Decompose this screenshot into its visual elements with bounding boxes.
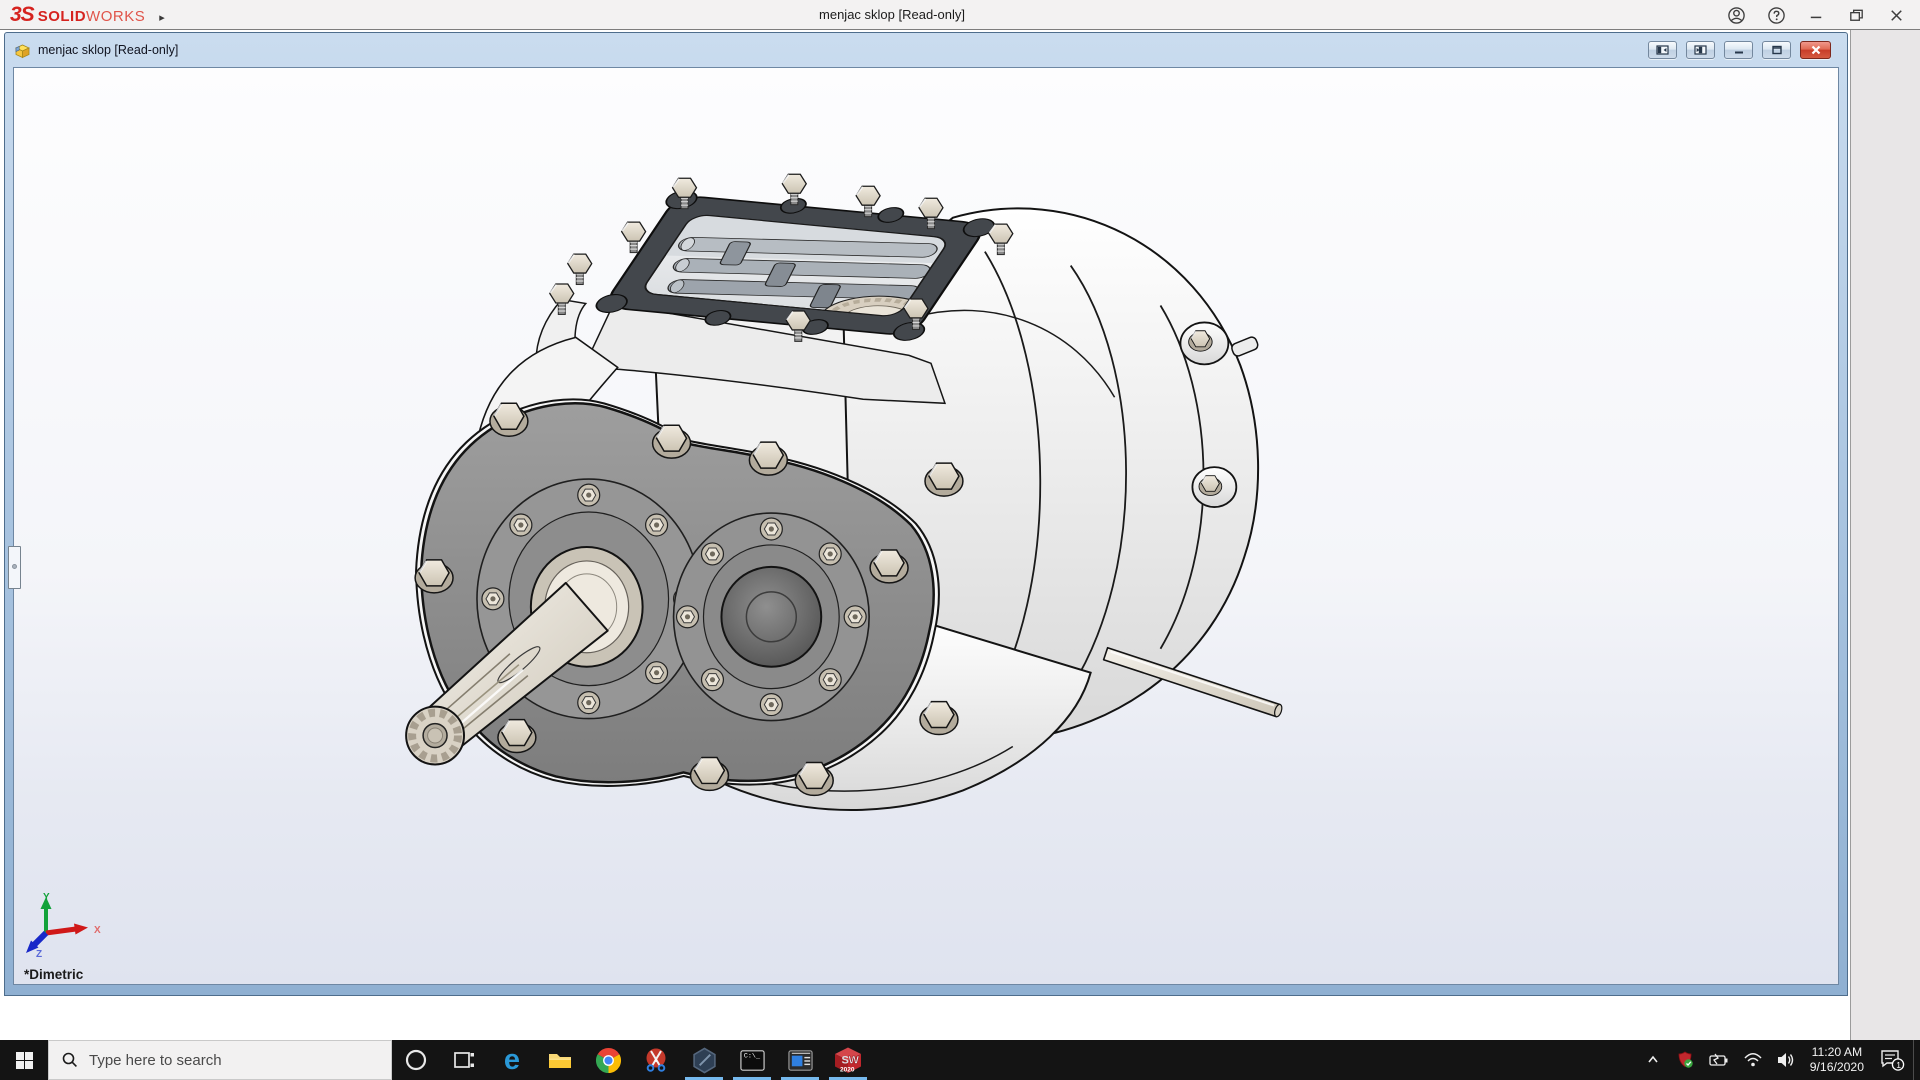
- taskbar-spacer: [872, 1040, 1645, 1080]
- system-tray: 11:20 AM 9/16/2020 1: [1645, 1040, 1913, 1080]
- command-prompt-icon: C:\_: [739, 1049, 765, 1071]
- account-icon[interactable]: [1727, 6, 1746, 25]
- model-3d-gearbox[interactable]: [14, 68, 1838, 984]
- brand-works: WORKS: [86, 7, 146, 25]
- solidworks-2020-icon: S W 2020: [835, 1047, 861, 1074]
- search-placeholder: Type here to search: [89, 1051, 222, 1069]
- assembly-document-icon: [15, 44, 30, 58]
- snipping-tool-icon: [646, 1048, 666, 1072]
- windows-logo-icon: [15, 1051, 33, 1069]
- chrome-icon: [595, 1047, 621, 1073]
- doc-close-button[interactable]: [1800, 41, 1831, 59]
- task-view-button[interactable]: [440, 1040, 488, 1080]
- solidworks-status-icon[interactable]: [1676, 1051, 1694, 1069]
- pane-left-button[interactable]: [1648, 41, 1677, 59]
- taskbar-app-edge[interactable]: e: [488, 1040, 536, 1080]
- document-window-controls: [1648, 41, 1831, 59]
- search-icon: [62, 1052, 77, 1067]
- minimize-icon[interactable]: [1807, 6, 1826, 25]
- taskbar-app-command-prompt[interactable]: C:\_: [728, 1040, 776, 1080]
- app-titlebar: 3S SOLID WORKS ▸ menjac sklop [Read-only…: [0, 0, 1920, 30]
- graphics-viewport[interactable]: Y X Z *Dimetric: [8, 67, 1839, 985]
- feature-tree-collapsed-tab[interactable]: [8, 546, 21, 589]
- cortana-button[interactable]: [392, 1040, 440, 1080]
- solidworks-3s-mark-icon: 3S: [10, 2, 35, 26]
- taskbar-search-box[interactable]: Type here to search: [48, 1040, 392, 1080]
- cmd-label: C:\_: [743, 1052, 760, 1060]
- document-window: menjac sklop [Read-only] Y X Z *Dimetric: [4, 32, 1848, 996]
- taskbar-app-chrome[interactable]: [584, 1040, 632, 1080]
- view-orientation-label: *Dimetric: [24, 967, 84, 982]
- app-window-title: menjac sklop [Read-only]: [819, 7, 965, 22]
- wifi-icon[interactable]: [1744, 1053, 1762, 1067]
- menu-flyout-arrow-icon[interactable]: ▸: [159, 11, 165, 24]
- brand-solid: SOLID: [37, 7, 87, 25]
- volume-icon[interactable]: [1777, 1052, 1795, 1068]
- taskbar-app-media[interactable]: [776, 1040, 824, 1080]
- help-icon[interactable]: [1767, 6, 1786, 25]
- taskbar-app-snipping-tool[interactable]: [632, 1040, 680, 1080]
- app-client-area: menjac sklop [Read-only] Y X Z *Dimetric: [0, 30, 1920, 1040]
- taskbar-clock[interactable]: 11:20 AM 9/16/2020: [1810, 1045, 1864, 1075]
- battery-icon[interactable]: [1709, 1052, 1729, 1068]
- windows-taskbar: Type here to search e C:\_ S W 2020 11:2…: [0, 1040, 1920, 1080]
- sw-year: 2020: [840, 1067, 855, 1074]
- right-bearing-cover[interactable]: [672, 512, 870, 722]
- doc-minimize-button[interactable]: [1724, 41, 1753, 59]
- desktop-screen: 3S SOLID WORKS ▸ menjac sklop [Read-only…: [0, 0, 1920, 1080]
- taskbar-app-solidworks[interactable]: S W 2020: [824, 1040, 872, 1080]
- solidworks-logo[interactable]: 3S SOLID WORKS ▸: [10, 3, 165, 27]
- edge-icon: e: [503, 1043, 521, 1076]
- pane-right-button[interactable]: [1686, 41, 1715, 59]
- sw-letter-w: W: [849, 1055, 860, 1067]
- tab-grip-dot: [12, 564, 17, 569]
- start-button[interactable]: [0, 1040, 48, 1080]
- clock-time: 11:20 AM: [1811, 1045, 1863, 1059]
- triad-z-label: Z: [36, 949, 42, 960]
- orientation-triad: Y X Z: [26, 892, 101, 960]
- triad-y-label: Y: [43, 892, 50, 903]
- document-titlebar[interactable]: menjac sklop [Read-only]: [5, 33, 1847, 67]
- task-pane-collapsed-strip[interactable]: [1850, 30, 1920, 1040]
- task-view-icon: [454, 1052, 474, 1068]
- taskbar-app-file-explorer[interactable]: [536, 1040, 584, 1080]
- file-explorer-icon: [549, 1054, 571, 1068]
- cortana-icon: [405, 1049, 427, 1071]
- hidden-icons-chevron-icon[interactable]: [1645, 1052, 1661, 1068]
- media-app-icon: [787, 1049, 813, 1071]
- action-center-icon[interactable]: 1: [1879, 1048, 1905, 1072]
- restore-down-icon[interactable]: [1847, 6, 1866, 25]
- doc-restore-button[interactable]: [1762, 41, 1791, 59]
- notification-badge: 1: [1896, 1060, 1901, 1070]
- close-icon[interactable]: [1887, 6, 1906, 25]
- triad-x-label: X: [94, 925, 101, 936]
- show-desktop-button[interactable]: [1913, 1040, 1920, 1080]
- clock-date: 9/16/2020: [1809, 1060, 1864, 1074]
- taskbar-app-hexagon[interactable]: [680, 1040, 728, 1080]
- document-title: menjac sklop [Read-only]: [38, 43, 179, 57]
- hexagon-app-icon: [692, 1047, 716, 1073]
